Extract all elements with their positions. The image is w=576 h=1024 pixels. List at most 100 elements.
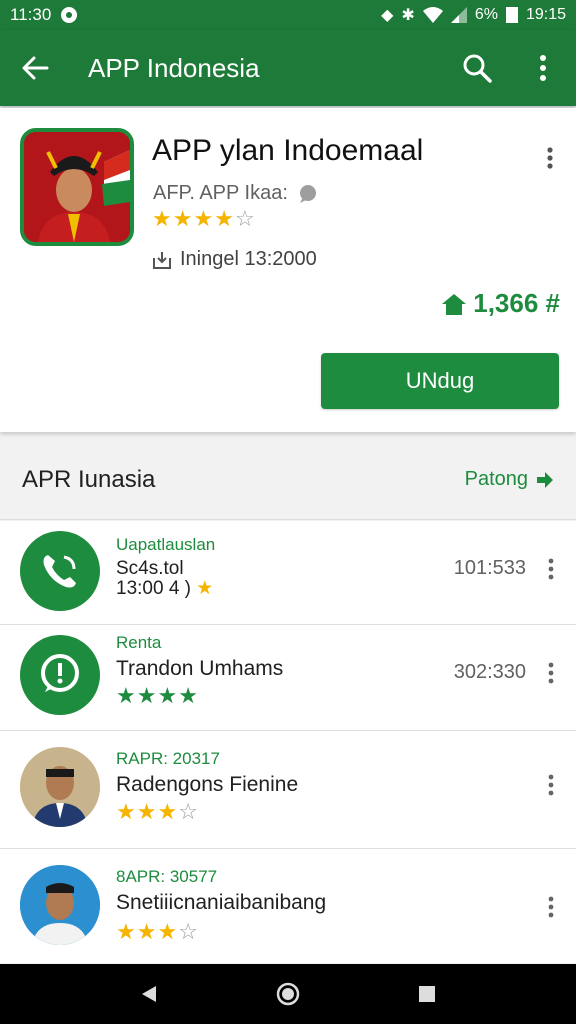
featured-installs-text: Iningel 13:2000 [180, 248, 317, 270]
phone-icon [43, 555, 76, 588]
featured-app-icon[interactable] [20, 128, 134, 246]
download-tray-icon [153, 251, 171, 269]
star-icon: ★ [116, 799, 136, 824]
star-icon: ★ [152, 206, 172, 231]
star-icon: ★ [116, 919, 136, 944]
star-icon: ★ [193, 206, 214, 231]
status-left: 11:30 [10, 5, 78, 25]
featured-price-value: 1,366 # [473, 288, 560, 318]
list-item-name: Snetiiicnaniaibanibang [116, 891, 327, 914]
star-icon: ★ [136, 919, 157, 944]
section-more-label: Patong [464, 468, 528, 490]
list-item-category: Uapatlauslan [116, 535, 216, 554]
more-vert-icon [547, 147, 553, 169]
star-icon: ★ [172, 206, 193, 231]
star-icon: ★ [196, 578, 214, 599]
star-outline-icon: ☆ [234, 206, 255, 231]
more-vert-icon [548, 558, 554, 580]
search-button[interactable] [444, 30, 510, 106]
status-clock: 19:15 [525, 6, 566, 23]
list-item-menu-button[interactable] [538, 551, 564, 587]
avatar [20, 865, 100, 945]
list-item-subtitle-text: 13:00 4 ) [116, 578, 191, 599]
list-item-subtitle: 13:00 4 ) ★ [116, 579, 213, 599]
avatar [20, 747, 100, 827]
star-outline-icon: ☆ [178, 799, 198, 824]
star-icon: ★ [214, 206, 234, 231]
list-item-menu-button[interactable] [538, 767, 564, 803]
list-item-rating: ★ ★ ★ ☆ [116, 801, 198, 823]
home-price-icon [442, 293, 467, 315]
more-vert-icon [540, 55, 546, 81]
status-bar: 11:30 ◆ ✱ 6% 19:15 [0, 0, 576, 30]
list-item-menu-button[interactable] [538, 889, 564, 925]
star-icon: ★ [136, 683, 157, 708]
avatar-man-peci-image [20, 865, 100, 945]
signal-icon [450, 7, 467, 23]
list-item-meta: 101:533 [453, 557, 526, 579]
star-icon: ★ [116, 683, 136, 708]
list-item-meta: 302:330 [453, 661, 526, 683]
more-vert-icon [548, 774, 554, 796]
section-more-link[interactable]: Patong [465, 468, 554, 491]
alert-chat-icon [41, 654, 79, 692]
star-half-icon: ★ [178, 683, 198, 708]
list-item-category: 8APR: 30577 [116, 867, 218, 886]
status-time: 11:30 [10, 5, 52, 24]
chat-bubble-icon [299, 184, 316, 203]
square-recents-icon [418, 986, 435, 1002]
featured-menu-button[interactable] [534, 138, 566, 178]
nav-recents-button[interactable] [397, 964, 457, 1024]
featured-app-card[interactable]: APP ylan Indoemaal AFP. APP Ikaa: ★ ★ ★ … [0, 108, 576, 432]
list-item-name: Trandon Umhams [116, 657, 284, 680]
more-vert-icon [548, 896, 554, 918]
list-item-rating: ★ ★ ★ ☆ [116, 921, 198, 943]
overflow-menu-button[interactable] [510, 30, 576, 106]
back-button[interactable] [0, 30, 70, 106]
nav-home-button[interactable] [258, 964, 318, 1024]
circle-home-icon [276, 982, 300, 1006]
featured-portrait-image [24, 132, 130, 242]
star-icon: ★ [157, 919, 178, 944]
system-nav-bar [0, 964, 576, 1024]
featured-installs: Iningel 13:2000 [152, 248, 317, 271]
alert-app-icon [20, 635, 100, 715]
nav-back-button[interactable] [119, 964, 179, 1024]
arrow-right-icon [537, 471, 553, 488]
app-bar: APP Indonesia [0, 30, 576, 106]
notification-icon [61, 7, 78, 23]
list-item[interactable]: RAPR: 20317 Radengons Fienine ★ ★ ★ ☆ [0, 731, 576, 849]
search-icon [463, 54, 492, 83]
battery-icon [505, 7, 518, 23]
star-icon: ★ [157, 683, 178, 708]
app-bar-title: APP Indonesia [88, 52, 260, 83]
featured-price: 1,366 # [441, 288, 560, 319]
list-item-rating: ★ ★ ★ ★ [116, 685, 198, 707]
phone-app-icon [20, 531, 100, 611]
section-title: APR Iunasia [22, 465, 156, 493]
wifi-icon [422, 7, 443, 23]
list-item-menu-button[interactable] [538, 655, 564, 691]
star-icon: ★ [157, 799, 178, 824]
bluetooth-icon: ✱ [401, 7, 415, 24]
list-item[interactable]: 8APR: 30577 Snetiiicnaniaibanibang ★ ★ ★… [0, 849, 576, 963]
star-outline-icon: ☆ [178, 919, 198, 944]
triangle-back-icon [142, 986, 157, 1002]
star-icon: ★ [136, 799, 157, 824]
list-item[interactable]: Renta Trandon Umhams ★ ★ ★ ★ 302:330 [0, 625, 576, 731]
list-item-category: RAPR: 20317 [116, 749, 220, 768]
list-item-name: Sc4s.tol [116, 558, 184, 579]
avatar-man-cap-image [20, 747, 100, 827]
featured-developer: AFP. APP Ikaa: [153, 182, 318, 205]
app-bar-actions [444, 30, 576, 106]
arrow-back-icon [22, 56, 49, 80]
install-button[interactable]: UNdug [321, 353, 559, 409]
app-list: Uapatlauslan Sc4s.tol 13:00 4 ) ★ 101:53… [0, 521, 576, 963]
list-item-category: Renta [116, 633, 162, 652]
list-item[interactable]: Uapatlauslan Sc4s.tol 13:00 4 ) ★ 101:53… [0, 521, 576, 625]
status-right: ◆ ✱ 6% 19:15 [381, 5, 566, 25]
list-item-name: Radengons Fienine [116, 773, 299, 796]
featured-rating-stars: ★ ★ ★ ★ ☆ [152, 208, 255, 230]
battery-percent: 6% [474, 6, 498, 23]
featured-developer-name: AFP. APP Ikaa: [153, 182, 288, 204]
